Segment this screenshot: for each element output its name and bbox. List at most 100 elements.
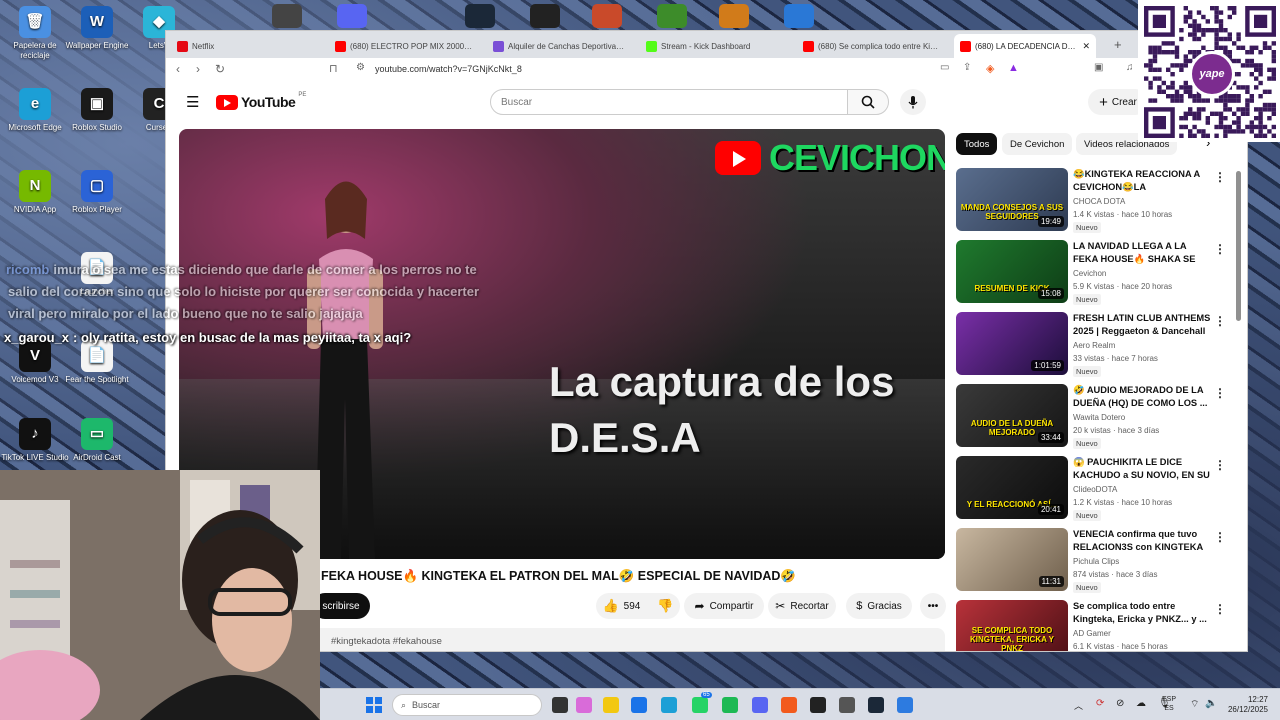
music-icon[interactable]: ♫: [1126, 62, 1134, 73]
recommendation-card[interactable]: RESUMEN DE KICK 15:08 LA NAVIDAD LLEGA A L…: [956, 240, 1226, 306]
recommendation-channel[interactable]: Aero Realm: [1073, 341, 1115, 350]
recommendation-card[interactable]: AUDIO DE LA DUEÑA MEJORADO 33:44 🤣 AUDIO M…: [956, 384, 1226, 450]
store-icon[interactable]: [631, 697, 647, 713]
desktop-icon[interactable]: ♪ TikTok LIVE Studio: [0, 418, 70, 463]
kebab-menu-icon[interactable]: ⋮: [1214, 242, 1226, 256]
forward-icon[interactable]: ›: [196, 62, 200, 76]
site-info-icon[interactable]: ⚙: [356, 62, 365, 73]
file-explorer-icon[interactable]: [603, 697, 619, 713]
recommendation-title[interactable]: VENECIA confirma que tuvo RELACION3S con…: [1073, 528, 1211, 554]
game-icon[interactable]: [839, 697, 855, 713]
discord-icon[interactable]: [752, 697, 768, 713]
game-icon[interactable]: [530, 4, 560, 28]
recommendation-thumbnail[interactable]: 11:31: [956, 528, 1068, 591]
desktop-icon[interactable]: W Wallpaper Engine: [62, 6, 132, 51]
taskbar-search[interactable]: ⌕ Buscar: [392, 694, 542, 716]
recommendation-channel[interactable]: Wawita Dotero: [1073, 413, 1125, 422]
recommendation-thumbnail[interactable]: Y EL REACCIONÓ ASÍ... 20:41: [956, 456, 1068, 519]
language-indicator[interactable]: ESP ES: [1162, 695, 1176, 713]
browser-tab[interactable]: (680) Se complica todo entre Kingt: [797, 34, 947, 58]
search-input[interactable]: Buscar: [490, 89, 848, 115]
kebab-menu-icon[interactable]: ⋮: [1214, 314, 1226, 328]
wifi-icon[interactable]: ⌔: [1190, 698, 1199, 711]
task-view-icon[interactable]: [552, 697, 568, 713]
filter-chip[interactable]: De Cevichon: [1002, 133, 1073, 155]
recommendation-title[interactable]: 🤣 AUDIO MEJORADO DE LA DUEÑA (HQ) DE COM…: [1073, 384, 1211, 410]
thanks-button[interactable]: $ Gracias: [846, 593, 912, 619]
recommendation-channel[interactable]: Cevichon: [1073, 269, 1106, 278]
discord-icon[interactable]: [337, 4, 367, 28]
tray-chevron-icon[interactable]: ︿: [1074, 699, 1083, 712]
recommendation-thumbnail[interactable]: SE COMPLICA TODO KINGTEKA, ERICKA Y PNKZ: [956, 600, 1068, 651]
url-field[interactable]: youtube.com/watch?v=7GNjKcNkt_8: [375, 64, 522, 74]
minecraft-icon[interactable]: [657, 4, 687, 28]
sidebar-toggle-icon[interactable]: ▣: [1094, 62, 1103, 73]
steam-icon[interactable]: [465, 4, 495, 28]
recommendation-card[interactable]: SE COMPLICA TODO KINGTEKA, ERICKA Y PNKZ…: [956, 600, 1226, 651]
recommendation-title[interactable]: Se complica todo entre Kingteka, Ericka …: [1073, 600, 1211, 626]
desktop-icon[interactable]: 📄 Fear the Spotlight: [62, 340, 132, 385]
cast-icon[interactable]: ▭: [940, 62, 949, 73]
recommendation-title[interactable]: LA NAVIDAD LLEGA A LA FEKA HOUSE🔥 SHAKA …: [1073, 240, 1211, 266]
tray-app-icon[interactable]: ⟳: [1096, 698, 1104, 709]
tray-network-off-icon[interactable]: ⊘: [1116, 698, 1124, 709]
browser-tab[interactable]: Alquiler de Canchas Deportivas - P: [487, 34, 632, 58]
kebab-menu-icon[interactable]: ⋮: [1214, 458, 1226, 472]
desktop-icon[interactable]: ▣ Roblox Studio: [62, 88, 132, 133]
steam-icon[interactable]: [868, 697, 884, 713]
like-button[interactable]: 👍 594: [602, 598, 640, 614]
browser-tab[interactable]: Netflix: [171, 34, 321, 58]
recommendation-thumbnail[interactable]: MANDA CONSEJOS A SUS SEGUIDORES 19:49: [956, 168, 1068, 231]
tab-close-icon[interactable]: ✕: [1082, 41, 1090, 52]
kebab-menu-icon[interactable]: ⋮: [1214, 170, 1226, 184]
desktop-icon[interactable]: ▭ AirDroid Cast: [62, 418, 132, 463]
recommendation-title[interactable]: 😱 PAUCHIKITA LE DICE KACHUDO a SU NOVIO,…: [1073, 456, 1211, 482]
brave-icon[interactable]: [781, 697, 797, 713]
desktop-icon[interactable]: 🗑 Papelera de reciclaje: [0, 6, 70, 61]
recommendation-channel[interactable]: Pichula Clips: [1073, 557, 1119, 566]
bookmark-icon[interactable]: ⊓: [329, 62, 338, 75]
scrollbar[interactable]: [1236, 171, 1241, 321]
whatsapp-icon[interactable]: [692, 697, 708, 713]
browser-tab[interactable]: (680) LA DECADENCIA DE LA ✕: [954, 34, 1096, 58]
dislike-button[interactable]: 👎: [657, 598, 673, 614]
kebab-menu-icon[interactable]: ⋮: [1214, 530, 1226, 544]
recommendation-card[interactable]: MANDA CONSEJOS A SUS SEGUIDORES 19:49 😂KIN…: [956, 168, 1226, 234]
voice-search-button[interactable]: [900, 89, 926, 115]
clip-button[interactable]: ✂ Recortar: [768, 593, 836, 619]
f-icon[interactable]: [784, 4, 814, 28]
browser-tab[interactable]: Stream - Kick Dashboard: [640, 34, 790, 58]
recommendation-channel[interactable]: CHOCA DOTA: [1073, 197, 1125, 206]
more-actions-button[interactable]: •••: [920, 593, 946, 619]
back-icon[interactable]: ‹: [176, 62, 180, 76]
desktop-icon[interactable]: V Voicemod V3: [0, 340, 70, 385]
search-button[interactable]: [847, 89, 889, 115]
recommendation-thumbnail[interactable]: AUDIO DE LA DUEÑA MEJORADO 33:44: [956, 384, 1068, 447]
recommendation-card[interactable]: 1:01:59 FRESH LATIN CLUB ANTHEMS 2025 | R…: [956, 312, 1226, 378]
crab-game-icon[interactable]: [592, 4, 622, 28]
reload-icon[interactable]: ↻: [215, 62, 225, 76]
browser-tab[interactable]: (680) ELECTRO POP MIX 2000s | D: [329, 34, 479, 58]
clock[interactable]: 12:27 26/12/2025: [1220, 695, 1268, 715]
spotify-icon[interactable]: [722, 697, 738, 713]
filter-chip[interactable]: Todos: [956, 133, 998, 155]
brave-rewards-icon[interactable]: ▲: [1008, 62, 1019, 74]
tray-cloud-icon[interactable]: ☁: [1136, 698, 1146, 709]
youtube-logo[interactable]: YouTube PE: [216, 92, 306, 110]
volume-icon[interactable]: 🔈: [1205, 698, 1217, 709]
subscribe-button[interactable]: scribirse: [312, 593, 370, 619]
recommendation-channel[interactable]: ClideoDOTA: [1073, 485, 1117, 494]
windows-start-icon[interactable]: [366, 697, 382, 713]
new-tab-icon[interactable]: +: [1114, 37, 1122, 52]
recommendation-channel[interactable]: AD Gamer: [1073, 629, 1111, 638]
roblox-icon[interactable]: [810, 697, 826, 713]
description-tags[interactable]: #kingtekadota #fekahouse: [331, 636, 442, 647]
recommendation-title[interactable]: 😂KINGTEKA REACCIONA A CEVICHON😂LA DECADE…: [1073, 168, 1211, 194]
brave-shield-icon[interactable]: ◈: [986, 62, 994, 75]
kebab-menu-icon[interactable]: ⋮: [1214, 602, 1226, 616]
recommendation-thumbnail[interactable]: 1:01:59: [956, 312, 1068, 375]
recommendation-thumbnail[interactable]: RESUMEN DE KICK 15:08: [956, 240, 1068, 303]
kebab-menu-icon[interactable]: ⋮: [1214, 386, 1226, 400]
recommendation-title[interactable]: FRESH LATIN CLUB ANTHEMS 2025 | Reggaeto…: [1073, 312, 1211, 338]
desktop-icon[interactable]: e Microsoft Edge: [0, 88, 70, 133]
